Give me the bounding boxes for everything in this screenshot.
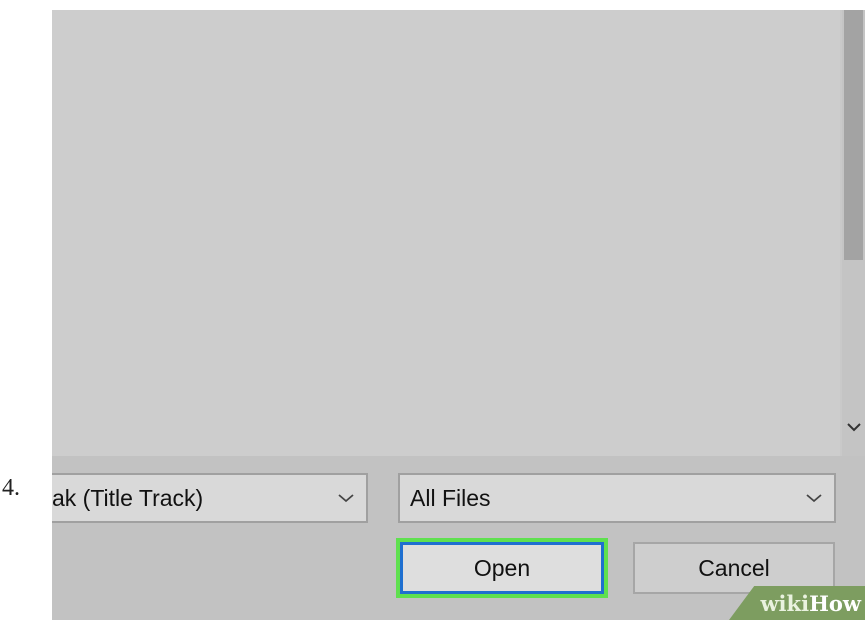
file-name-field[interactable]: ak (Title Track)	[52, 473, 368, 523]
chevron-down-icon	[846, 423, 861, 432]
step-number: 4.	[2, 475, 20, 501]
file-list-pane[interactable]	[52, 10, 840, 456]
file-type-select[interactable]: All Files	[398, 473, 836, 523]
vertical-scrollbar[interactable]	[842, 10, 865, 456]
file-name-value: ak (Title Track)	[52, 484, 204, 511]
chevron-down-icon	[338, 494, 354, 503]
file-type-dropdown-button[interactable]	[794, 492, 834, 504]
chevron-down-icon	[806, 494, 822, 503]
scroll-down-button[interactable]	[842, 412, 865, 442]
file-type-value: All Files	[410, 484, 491, 511]
scrollbar-thumb[interactable]	[844, 10, 863, 260]
file-name-dropdown-button[interactable]	[326, 492, 366, 504]
open-button[interactable]: Open	[400, 542, 604, 594]
dialog-footer: ak (Title Track) All Files Open Cancel w…	[52, 456, 865, 620]
open-file-dialog: ak (Title Track) All Files Open Cancel w…	[52, 10, 865, 620]
open-button-highlight[interactable]: Open	[396, 538, 608, 598]
